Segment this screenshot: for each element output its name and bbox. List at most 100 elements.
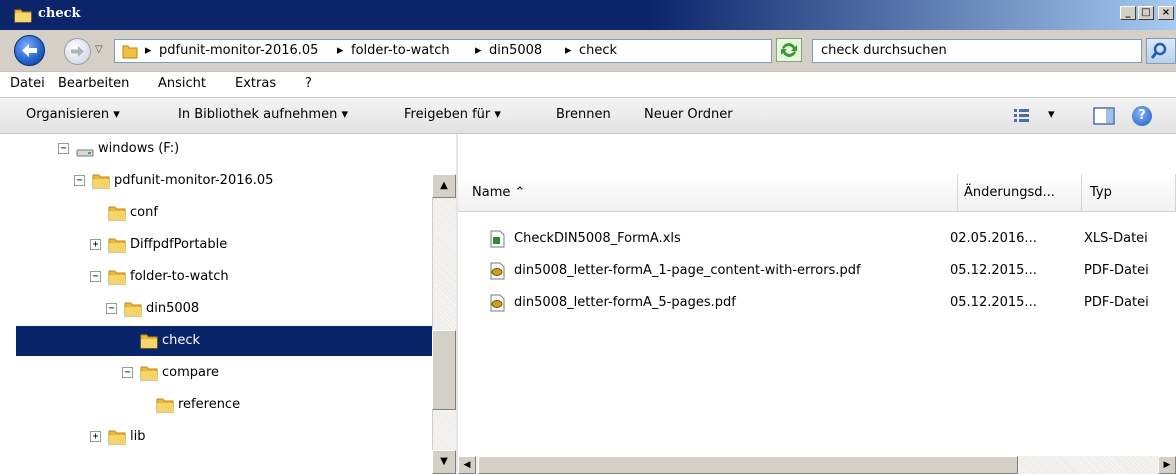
file-list	[458, 174, 1176, 474]
folder-icon	[156, 398, 174, 413]
folder-icon	[108, 270, 126, 285]
folder-icon	[140, 334, 158, 349]
file-type: PDF-Datei	[1084, 263, 1149, 278]
search-input[interactable]: check durchsuchen	[812, 39, 1142, 63]
tree-item[interactable]: + lib	[0, 422, 432, 452]
menu-view[interactable]: Ansicht	[158, 76, 206, 91]
burn-button[interactable]: Brennen	[556, 107, 611, 122]
file-row[interactable]: din5008_letter-formA_1-page_content-with…	[458, 254, 1176, 286]
file-row[interactable]: CheckDIN5008_FormA.xls 02.05.2016... XLS-D…	[458, 222, 1176, 254]
tree-scroll-up-button[interactable]: ▲	[432, 174, 456, 198]
folder-icon	[108, 238, 126, 253]
tree-item[interactable]: check	[16, 326, 432, 356]
folder-icon	[92, 174, 110, 189]
close-button[interactable]: ×	[1158, 6, 1174, 20]
column-header-name-label: Name ⌃	[472, 185, 526, 200]
history-dropdown-icon[interactable]: ▽	[95, 44, 103, 55]
tree-expander[interactable]: −	[74, 175, 85, 186]
column-header-name[interactable]: Name ⌃	[458, 174, 958, 212]
horizontal-scroll-thumb[interactable]	[478, 456, 1018, 474]
folder-icon	[124, 302, 142, 317]
view-options-icon[interactable]	[1012, 106, 1034, 126]
address-bar[interactable]: ▸ pdfunit-monitor-2016.05 ▸ folder-to-wa…	[114, 39, 872, 63]
tree-item-label: conf	[130, 205, 158, 220]
tree-item[interactable]: − pdfunit-monitor-2016.05	[0, 166, 432, 196]
share-button[interactable]: Freigeben für ▾	[404, 107, 501, 122]
tree-expander[interactable]: +	[90, 431, 101, 442]
preview-pane-icon[interactable]	[1092, 106, 1116, 126]
breadcrumb-item[interactable]: din5008	[489, 43, 542, 58]
file-row[interactable]: din5008_letter-formA_5-pages.pdf 05.12.20…	[458, 286, 1176, 318]
scroll-right-button[interactable]: ▶	[1158, 456, 1176, 474]
tree-expander[interactable]: −	[122, 367, 133, 378]
forward-button[interactable]	[64, 38, 91, 65]
menu-help[interactable]: ?	[305, 76, 312, 91]
file-type: PDF-Datei	[1084, 295, 1149, 310]
file-name: CheckDIN5008_FormA.xls	[514, 231, 681, 246]
menu-extras[interactable]: Extras	[235, 76, 276, 91]
file-date: 05.12.2015...	[950, 263, 1037, 278]
breadcrumb-separator[interactable]: ▸	[565, 43, 572, 58]
new-folder-button[interactable]: Neuer Ordner	[644, 107, 733, 122]
pdf-file-icon	[490, 262, 505, 280]
column-header-date[interactable]: Änderungsd...	[958, 174, 1082, 212]
breadcrumb-separator[interactable]: ▸	[145, 43, 152, 58]
tree-item-label: DiffpdfPortable	[130, 237, 228, 252]
tree-item[interactable]: + DiffpdfPortable	[0, 230, 432, 260]
help-button[interactable]: ?	[1132, 106, 1152, 126]
tree-item[interactable]: conf	[0, 198, 432, 228]
tree-scrollbar[interactable]	[432, 174, 456, 474]
back-arrow-icon	[22, 44, 37, 57]
tree-item[interactable]: − folder-to-watch	[0, 262, 432, 292]
scroll-left-button[interactable]: ◀	[458, 456, 476, 474]
breadcrumb-separator[interactable]: ▸	[337, 43, 344, 58]
menu-edit[interactable]: Bearbeiten	[58, 76, 129, 91]
column-header-type[interactable]: Typ	[1082, 174, 1176, 212]
folder-icon	[108, 206, 126, 221]
folder-tree: − windows (F:) − pdfunit-monitor-2016.05 con…	[0, 134, 432, 474]
tree-item[interactable]: − compare	[0, 358, 432, 388]
search-button[interactable]	[1146, 38, 1176, 64]
forward-arrow-icon	[71, 46, 84, 57]
tree-item-label: din5008	[146, 301, 200, 316]
tree-expander[interactable]: −	[58, 143, 69, 154]
refresh-button[interactable]	[776, 38, 802, 62]
tree-scroll-thumb[interactable]	[432, 330, 456, 410]
back-button[interactable]	[14, 35, 45, 66]
tree-expander[interactable]: −	[106, 303, 117, 314]
refresh-icon	[781, 43, 797, 57]
add-to-library-button[interactable]: In Bibliothek aufnehmen ▾	[178, 107, 348, 122]
tree-scroll-down-button[interactable]: ▼	[432, 450, 456, 474]
drive-icon	[76, 149, 94, 157]
tree-item-label: lib	[130, 429, 146, 444]
breadcrumb-item[interactable]: pdfunit-monitor-2016.05	[159, 43, 318, 58]
file-date: 05.12.2015...	[950, 295, 1037, 310]
title-bar: check _ □ ×	[0, 0, 1176, 30]
tree-item-label: check	[162, 333, 201, 348]
organize-button[interactable]: Organisieren ▾	[26, 107, 120, 122]
folder-icon	[140, 366, 158, 381]
help-icon: ?	[1138, 108, 1146, 123]
view-dropdown-icon[interactable]: ▾	[1048, 107, 1055, 122]
tree-expander[interactable]: +	[90, 239, 101, 250]
excel-file-icon	[490, 230, 505, 248]
breadcrumb-separator[interactable]: ▸	[475, 43, 482, 58]
folder-icon	[14, 9, 32, 23]
maximize-button[interactable]: □	[1138, 6, 1154, 20]
minimize-button[interactable]: _	[1120, 6, 1136, 20]
breadcrumb-item[interactable]: check	[579, 43, 617, 58]
tree-item-label: pdfunit-monitor-2016.05	[114, 173, 274, 188]
file-type: XLS-Datei	[1084, 231, 1148, 246]
command-bar: Organisieren ▾ In Bibliothek aufnehmen ▾…	[0, 98, 1176, 134]
tree-expander[interactable]: −	[90, 271, 101, 282]
tree-item[interactable]: reference	[0, 390, 432, 420]
breadcrumb-item[interactable]: folder-to-watch	[351, 43, 450, 58]
navigation-bar: ▽ ▸ pdfunit-monitor-2016.05 ▸ folder-to-…	[0, 30, 1176, 72]
tree-item[interactable]: − din5008	[0, 294, 432, 324]
tree-item-label: reference	[178, 397, 241, 412]
menu-file[interactable]: Datei	[10, 76, 45, 91]
column-header-type-label: Typ	[1090, 185, 1112, 200]
file-name: din5008_letter-formA_1-page_content-with…	[514, 263, 861, 278]
tree-item[interactable]: − windows (F:)	[0, 134, 432, 164]
tree-item-label: compare	[162, 365, 220, 380]
